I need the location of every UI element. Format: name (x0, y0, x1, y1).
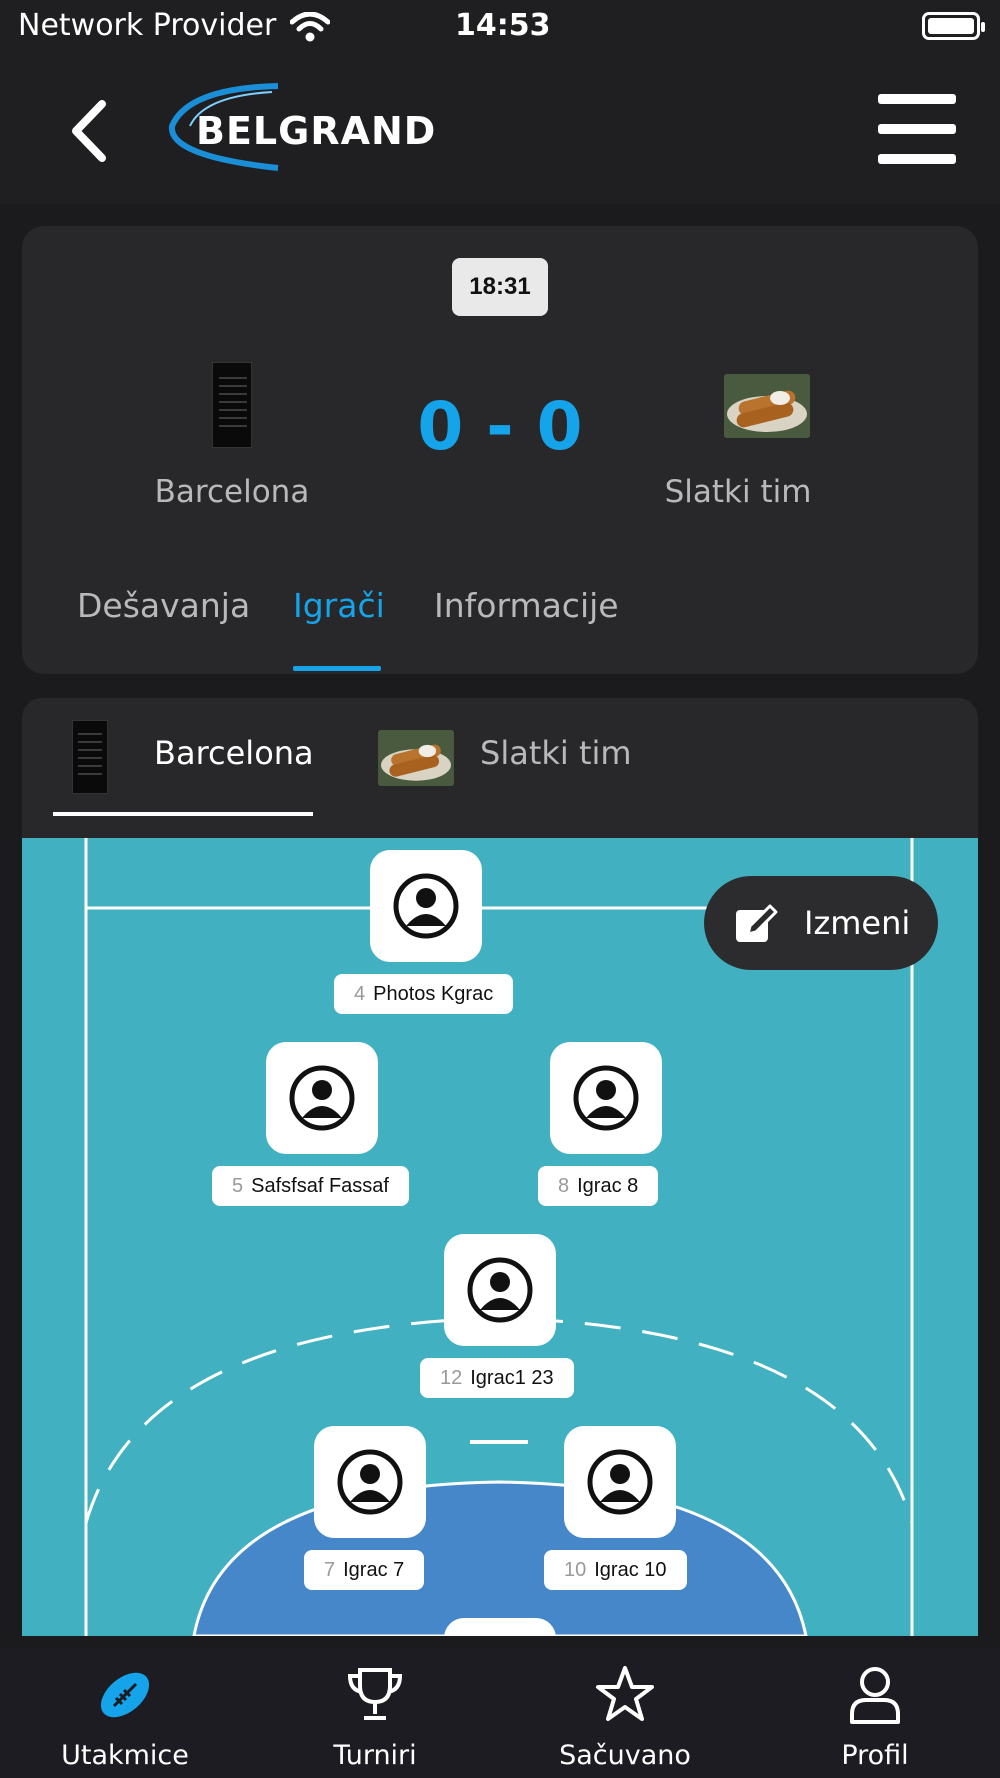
match-summary-card: 18:31 Barcelona 0 - 0 Slatki tim Dešavan… (22, 226, 978, 674)
tab-turniri[interactable]: Turniri (250, 1648, 500, 1778)
player-avatar (314, 1426, 426, 1538)
team-tab-home-label: Barcelona (154, 734, 314, 772)
user-avatar-icon (337, 1449, 403, 1515)
tab-profil[interactable]: Profil (750, 1648, 1000, 1778)
menu-icon (878, 94, 956, 104)
player-number: 10 (564, 1559, 587, 1581)
bottom-tab-bar: Utakmice Turniri Sačuvano Profil (0, 1648, 1000, 1778)
tab-turniri-label: Turniri (333, 1740, 417, 1771)
edit-lineup-button[interactable]: Izmeni (704, 876, 938, 970)
away-team-logo (724, 374, 810, 438)
active-tab-indicator (293, 666, 381, 671)
app-logo: BELGRAND (168, 82, 438, 182)
clock: 14:53 (455, 8, 551, 43)
edit-button-label: Izmeni (804, 904, 911, 942)
player-name: Photos Kgrac (373, 983, 494, 1005)
player-name: Igrac 7 (343, 1559, 405, 1581)
status-bar: Network Provider 14:53 (0, 0, 1000, 56)
player-avatar (266, 1042, 378, 1154)
tab-informacije[interactable]: Informacije (434, 586, 619, 625)
tab-sacuvano[interactable]: Sačuvano (500, 1648, 750, 1778)
active-team-indicator (53, 812, 313, 816)
wifi-icon (289, 11, 331, 50)
team-tab-away-label: Slatki tim (480, 734, 632, 772)
top-nav-bar: BELGRAND (0, 56, 1000, 204)
tab-desavanja[interactable]: Dešavanja (77, 586, 250, 625)
team-tabs: Barcelona Slatki tim (22, 698, 978, 838)
edit-icon (736, 904, 778, 942)
home-team-logo (72, 720, 108, 794)
player-name: Safsfsaf Fassaf (251, 1175, 389, 1197)
player-tag: 5 Safsfsaf Fassaf (212, 1166, 409, 1206)
lineup-card: Barcelona Slatki tim Izmeni 4 Photos Kgr… (22, 698, 978, 1636)
player-avatar (370, 850, 482, 962)
tab-utakmice-label: Utakmice (61, 1740, 189, 1771)
user-avatar-icon (573, 1065, 639, 1131)
match-tabs: Dešavanja Igrači Informacije (22, 578, 978, 674)
tab-sacuvano-label: Sačuvano (559, 1740, 691, 1771)
battery-icon (922, 12, 985, 40)
logo-text: BELGRAND (196, 109, 436, 153)
player-tag: 8 Igrac 8 (538, 1166, 659, 1206)
back-button[interactable] (62, 96, 122, 166)
away-team-name: Slatki tim (664, 474, 812, 510)
away-team-logo (378, 730, 454, 786)
player-name: Igrac 10 (594, 1559, 667, 1581)
user-avatar-icon (467, 1257, 533, 1323)
court-field: Izmeni 4 Photos Kgrac 5 Safsfsaf Fassaf … (22, 838, 978, 1636)
tab-igraci[interactable]: Igrači (293, 586, 385, 625)
football-icon (100, 1672, 150, 1718)
home-team-logo (212, 362, 252, 448)
home-team-name: Barcelona (154, 474, 310, 510)
player-name: Igrac1 23 (470, 1367, 554, 1389)
player-avatar (444, 1234, 556, 1346)
user-icon (850, 1667, 900, 1724)
player-tag: 10 Igrac 10 (544, 1550, 687, 1590)
carrier-label: Network Provider (18, 8, 277, 43)
player-tag: 12 Igrac1 23 (420, 1358, 574, 1398)
tab-profil-label: Profil (841, 1740, 909, 1771)
player-number: 7 (324, 1559, 336, 1581)
player-number: 4 (354, 983, 366, 1005)
tab-utakmice[interactable]: Utakmice (0, 1648, 250, 1778)
player-name: Igrac 8 (577, 1175, 639, 1197)
match-time-badge: 18:31 (452, 258, 548, 316)
player-number: 8 (558, 1175, 570, 1197)
player-number: 5 (232, 1175, 244, 1197)
hamburger-menu-button[interactable] (878, 94, 956, 166)
match-score: 0 - 0 (417, 388, 583, 465)
user-avatar-icon (393, 873, 459, 939)
player-avatar (564, 1426, 676, 1538)
player-tag: 4 Photos Kgrac (334, 974, 514, 1014)
player-avatar-partial[interactable] (444, 1618, 556, 1636)
player-avatar (550, 1042, 662, 1154)
chevron-left-icon (72, 100, 106, 162)
star-icon (596, 1666, 654, 1721)
user-avatar-icon (289, 1065, 355, 1131)
user-avatar-icon (587, 1449, 653, 1515)
trophy-icon (347, 1668, 403, 1720)
player-tag: 7 Igrac 7 (304, 1550, 425, 1590)
player-number: 12 (440, 1367, 463, 1389)
